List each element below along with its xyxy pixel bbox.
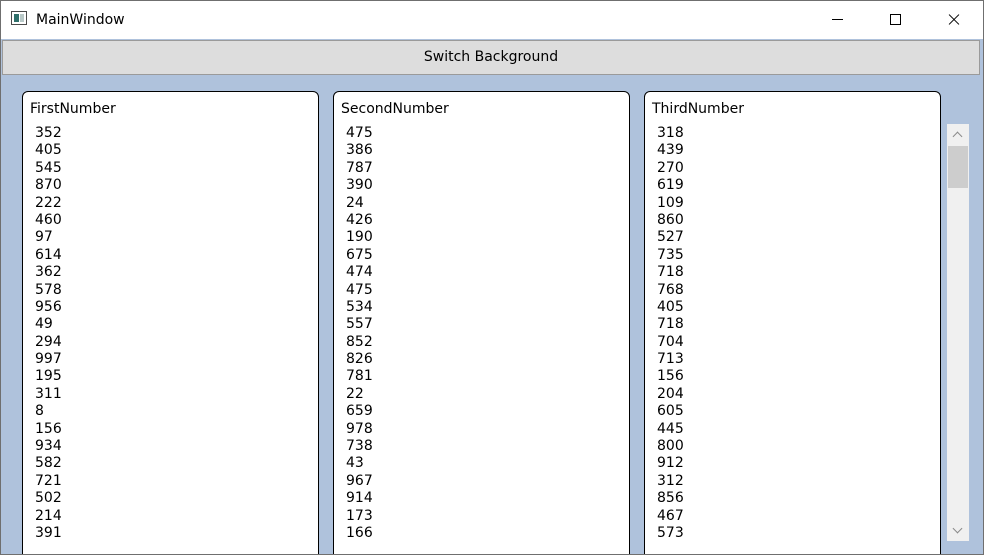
main-window: MainWindow Switch Background FirstNumber… <box>0 0 984 555</box>
list-item[interactable]: 870 <box>35 177 62 194</box>
list-item[interactable]: 619 <box>657 177 684 194</box>
list-item[interactable]: 978 <box>346 421 373 438</box>
list-item[interactable]: 721 <box>35 473 62 490</box>
close-button[interactable] <box>925 1 983 39</box>
list-item[interactable]: 914 <box>346 490 373 507</box>
list-item[interactable]: 738 <box>346 438 373 455</box>
column-panel-third-number: ThirdNumber 318 439 270 619 109 860 527 735 718 7… <box>644 91 941 554</box>
list-item[interactable]: 967 <box>346 473 373 490</box>
list-item[interactable]: 474 <box>346 264 373 281</box>
list-item[interactable]: 545 <box>35 160 62 177</box>
list-item[interactable]: 573 <box>657 525 684 542</box>
window-title: MainWindow <box>36 12 125 28</box>
column-panel-first-number: FirstNumber 352 405 545 870 222 460 97 614 362 57… <box>22 91 319 554</box>
list-item[interactable]: 502 <box>35 490 62 507</box>
list-item[interactable]: 156 <box>35 421 62 438</box>
column-header: ThirdNumber <box>652 101 744 117</box>
list-item[interactable]: 386 <box>346 142 373 159</box>
list-item[interactable]: 318 <box>657 125 684 142</box>
list-item[interactable]: 557 <box>346 316 373 333</box>
list-item[interactable]: 800 <box>657 438 684 455</box>
list-item[interactable]: 856 <box>657 490 684 507</box>
list-item[interactable]: 426 <box>346 212 373 229</box>
list-item[interactable]: 735 <box>657 247 684 264</box>
list-item[interactable]: 704 <box>657 334 684 351</box>
list-item[interactable]: 214 <box>35 508 62 525</box>
number-list[interactable]: 352 405 545 870 222 460 97 614 362 578 956 49 294 997… <box>35 125 62 542</box>
list-item[interactable]: 659 <box>346 403 373 420</box>
list-item[interactable]: 460 <box>35 212 62 229</box>
list-item[interactable]: 475 <box>346 125 373 142</box>
list-item[interactable]: 222 <box>35 195 62 212</box>
list-item[interactable]: 713 <box>657 351 684 368</box>
list-item[interactable]: 439 <box>657 142 684 159</box>
list-item[interactable]: 675 <box>346 247 373 264</box>
column-panel-second-number: SecondNumber 475 386 787 390 24 426 190 675 474 4… <box>333 91 630 554</box>
list-item[interactable]: 860 <box>657 212 684 229</box>
list-item[interactable]: 173 <box>346 508 373 525</box>
list-item[interactable]: 195 <box>35 368 62 385</box>
list-item[interactable]: 475 <box>346 282 373 299</box>
vertical-scrollbar[interactable] <box>947 124 969 541</box>
minimize-button[interactable] <box>809 1 867 39</box>
list-item[interactable]: 43 <box>346 455 373 472</box>
column-header: FirstNumber <box>30 101 116 117</box>
list-item[interactable]: 156 <box>657 368 684 385</box>
list-item[interactable]: 768 <box>657 282 684 299</box>
list-item[interactable]: 527 <box>657 229 684 246</box>
list-item[interactable]: 352 <box>35 125 62 142</box>
list-item[interactable]: 312 <box>657 473 684 490</box>
list-item[interactable]: 22 <box>346 386 373 403</box>
list-item[interactable]: 405 <box>657 299 684 316</box>
list-item[interactable]: 294 <box>35 334 62 351</box>
list-item[interactable]: 109 <box>657 195 684 212</box>
list-item[interactable]: 190 <box>346 229 373 246</box>
list-item[interactable]: 781 <box>346 368 373 385</box>
list-item[interactable]: 270 <box>657 160 684 177</box>
list-item[interactable]: 605 <box>657 403 684 420</box>
list-item[interactable]: 578 <box>35 282 62 299</box>
list-item[interactable]: 24 <box>346 195 373 212</box>
column-header: SecondNumber <box>341 101 449 117</box>
list-item[interactable]: 445 <box>657 421 684 438</box>
list-item[interactable]: 311 <box>35 386 62 403</box>
list-item[interactable]: 826 <box>346 351 373 368</box>
list-item[interactable]: 787 <box>346 160 373 177</box>
list-item[interactable]: 362 <box>35 264 62 281</box>
list-item[interactable]: 49 <box>35 316 62 333</box>
list-item[interactable]: 467 <box>657 508 684 525</box>
title-bar[interactable]: MainWindow <box>1 1 983 39</box>
switch-background-button[interactable]: Switch Background <box>2 40 980 75</box>
list-item[interactable]: 582 <box>35 455 62 472</box>
list-item[interactable]: 204 <box>657 386 684 403</box>
list-item[interactable]: 390 <box>346 177 373 194</box>
list-item[interactable]: 614 <box>35 247 62 264</box>
list-item[interactable]: 718 <box>657 316 684 333</box>
list-item[interactable]: 912 <box>657 455 684 472</box>
list-item[interactable]: 391 <box>35 525 62 542</box>
scroll-thumb[interactable] <box>948 146 968 188</box>
list-item[interactable]: 934 <box>35 438 62 455</box>
list-item[interactable]: 8 <box>35 403 62 420</box>
number-list[interactable]: 475 386 787 390 24 426 190 675 474 475 534 557 852 82… <box>346 125 373 542</box>
scroll-up-arrow-icon[interactable] <box>947 124 969 144</box>
scroll-down-arrow-icon[interactable] <box>947 521 969 541</box>
list-item[interactable]: 534 <box>346 299 373 316</box>
number-list[interactable]: 318 439 270 619 109 860 527 735 718 768 405 718 704 7… <box>657 125 684 542</box>
maximize-button[interactable] <box>867 1 925 39</box>
list-item[interactable]: 997 <box>35 351 62 368</box>
list-item[interactable]: 166 <box>346 525 373 542</box>
list-item[interactable]: 97 <box>35 229 62 246</box>
client-area: Switch Background FirstNumber 352 405 545 8… <box>1 39 983 554</box>
list-item[interactable]: 718 <box>657 264 684 281</box>
list-item[interactable]: 956 <box>35 299 62 316</box>
list-item[interactable]: 852 <box>346 334 373 351</box>
list-item[interactable]: 405 <box>35 142 62 159</box>
app-window-icon <box>11 11 27 25</box>
